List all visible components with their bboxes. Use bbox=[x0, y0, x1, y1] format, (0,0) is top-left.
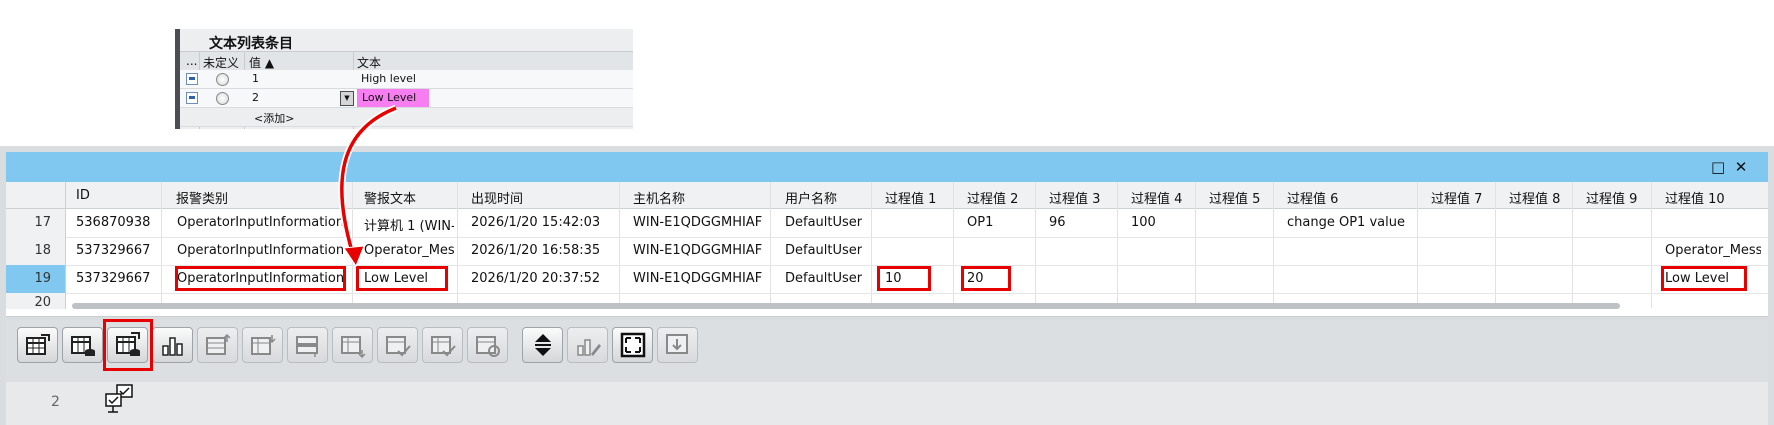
table-check-icon[interactable] bbox=[377, 327, 418, 363]
table-check-alt-icon[interactable] bbox=[422, 327, 463, 363]
col-pv10[interactable]: 过程值 10 bbox=[1665, 188, 1725, 207]
cell-host[interactable]: WIN-E1QDGGMHIAF bbox=[633, 271, 762, 286]
row-text-highlight[interactable]: Low Level bbox=[357, 89, 429, 107]
table-row[interactable]: 18 537329667 OperatorInputInformation Op… bbox=[6, 237, 1768, 266]
table-refresh-icon[interactable] bbox=[17, 327, 58, 363]
highlight-pv10 bbox=[1661, 266, 1747, 291]
col-category[interactable]: 报警类别 bbox=[176, 188, 228, 207]
text-list-panel: 文本列表条目 ... 未定义 值 ▲ 文本 1 High level 2 ▼ L… bbox=[175, 29, 633, 129]
col-pv6[interactable]: 过程值 6 bbox=[1287, 188, 1338, 207]
cell-category[interactable]: OperatorInputInformation bbox=[177, 243, 352, 258]
col-pv4[interactable]: 过程值 4 bbox=[1131, 188, 1182, 207]
cell-category[interactable]: OperatorInputInformation bbox=[177, 215, 352, 230]
add-entry[interactable]: <添加> bbox=[254, 110, 294, 126]
alarm-table[interactable]: ID 报警类别 警报文本 出现时间 主机名称 用户名称 过程值 1 过程值 2 … bbox=[6, 182, 1768, 317]
cell-id[interactable]: 537329667 bbox=[76, 243, 150, 258]
row-value[interactable]: 1 bbox=[252, 72, 259, 85]
cell-user[interactable]: DefaultUser bbox=[785, 271, 862, 286]
row-number[interactable]: 19 bbox=[6, 265, 66, 293]
col-pv7[interactable]: 过程值 7 bbox=[1431, 188, 1482, 207]
text-list-row[interactable]: 2 ▼ Low Level bbox=[180, 89, 633, 108]
close-icon[interactable]: ✕ bbox=[1734, 160, 1748, 175]
cell-pv10[interactable]: Operator_Mess bbox=[1665, 243, 1761, 258]
status-bar: 2 bbox=[6, 382, 1768, 425]
cell-host[interactable]: WIN-E1QDGGMHIAF bbox=[633, 215, 762, 230]
cell-time[interactable]: 2026/1/20 16:58:35 bbox=[471, 243, 600, 258]
highlight-pv1 bbox=[877, 266, 931, 291]
table-insert-icon[interactable] bbox=[332, 327, 373, 363]
text-list-title: 文本列表条目 bbox=[209, 36, 293, 52]
cell-pv4[interactable]: 100 bbox=[1131, 215, 1156, 230]
undefined-radio[interactable] bbox=[216, 92, 229, 105]
row-number[interactable]: 20 bbox=[6, 293, 66, 310]
col-id[interactable]: ID bbox=[76, 188, 90, 203]
row-text[interactable]: High level bbox=[361, 72, 416, 85]
row-value[interactable]: 2 bbox=[252, 91, 259, 104]
text-list-row[interactable]: 1 High level bbox=[180, 70, 633, 89]
col-pv9[interactable]: 过程值 9 bbox=[1586, 188, 1637, 207]
status-count: 2 bbox=[51, 394, 60, 410]
header-value[interactable]: 值 ▲ bbox=[249, 54, 274, 71]
highlight-pv2 bbox=[961, 266, 1011, 291]
cell-pv2[interactable]: OP1 bbox=[967, 215, 993, 230]
col-time[interactable]: 出现时间 bbox=[471, 188, 523, 207]
table-refresh-alt-icon[interactable] bbox=[467, 327, 508, 363]
highlight-alarm-text bbox=[356, 266, 448, 291]
sort-updown-icon[interactable] bbox=[522, 327, 563, 363]
cell-time[interactable]: 2026/1/20 15:42:03 bbox=[471, 215, 600, 230]
cell-pv3[interactable]: 96 bbox=[1049, 215, 1066, 230]
text-list-header: ... 未定义 值 ▲ 文本 bbox=[180, 51, 633, 71]
alarm-toolbar bbox=[6, 319, 1768, 382]
col-pv8[interactable]: 过程值 8 bbox=[1509, 188, 1560, 207]
bar-chart-icon[interactable] bbox=[152, 327, 193, 363]
cell-id[interactable]: 537329667 bbox=[76, 271, 150, 286]
table-row-down-icon[interactable] bbox=[242, 327, 283, 363]
col-alarm-text[interactable]: 警报文本 bbox=[364, 188, 416, 207]
alarm-view: □ ✕ ID 报警类别 警报文本 出现时间 主机名称 用户名称 过程值 1 过程… bbox=[0, 146, 1774, 425]
fit-screen-icon[interactable] bbox=[612, 327, 653, 363]
cell-alarm-text[interactable]: 计算机 1 (WIN- bbox=[364, 215, 454, 234]
col-host[interactable]: 主机名称 bbox=[633, 188, 685, 207]
export-icon[interactable] bbox=[657, 327, 698, 363]
header-corner bbox=[6, 182, 66, 208]
col-pv5[interactable]: 过程值 5 bbox=[1209, 188, 1260, 207]
cell-time[interactable]: 2026/1/20 20:37:52 bbox=[471, 271, 600, 286]
cell-user[interactable]: DefaultUser bbox=[785, 215, 862, 230]
row-edit-icon[interactable] bbox=[186, 73, 198, 85]
header-text[interactable]: 文本 bbox=[357, 54, 381, 71]
alarm-view-titlebar: □ ✕ bbox=[6, 152, 1768, 182]
table-database-icon[interactable] bbox=[62, 327, 103, 363]
col-pv3[interactable]: 过程值 3 bbox=[1049, 188, 1100, 207]
row-text[interactable]: Low Level bbox=[362, 91, 416, 104]
col-pv2[interactable]: 过程值 2 bbox=[967, 188, 1018, 207]
table-header: ID 报警类别 警报文本 出现时间 主机名称 用户名称 过程值 1 过程值 2 … bbox=[6, 182, 1768, 209]
cell-host[interactable]: WIN-E1QDGGMHIAF bbox=[633, 243, 762, 258]
col-user[interactable]: 用户名称 bbox=[785, 188, 837, 207]
row-number[interactable]: 17 bbox=[6, 209, 66, 237]
col-pv1[interactable]: 过程值 1 bbox=[885, 188, 936, 207]
text-list-add-row[interactable]: <添加> bbox=[180, 108, 633, 127]
header-dots: ... bbox=[186, 54, 198, 68]
row-number[interactable]: 18 bbox=[6, 237, 66, 265]
cell-alarm-text[interactable]: Operator_Mess bbox=[364, 243, 454, 258]
highlight-toolbar-button bbox=[103, 319, 153, 371]
header-undefined[interactable]: 未定义 bbox=[203, 54, 239, 71]
maximize-icon[interactable]: □ bbox=[1711, 160, 1725, 175]
table-column-icon[interactable] bbox=[287, 327, 328, 363]
cell-pv6[interactable]: change OP1 value bbox=[1287, 215, 1405, 230]
undefined-radio[interactable] bbox=[216, 73, 229, 86]
connected-monitors-icon bbox=[103, 384, 137, 420]
highlight-category bbox=[175, 266, 346, 291]
cell-user[interactable]: DefaultUser bbox=[785, 243, 862, 258]
table-row[interactable]: 17 536870938 OperatorInputInformation 计算… bbox=[6, 209, 1768, 238]
row-edit-icon[interactable] bbox=[186, 92, 198, 104]
horizontal-scrollbar[interactable] bbox=[72, 303, 1620, 309]
dropdown-arrow-icon[interactable]: ▼ bbox=[340, 91, 354, 106]
cell-id[interactable]: 536870938 bbox=[76, 215, 150, 230]
table-row-up-icon[interactable] bbox=[197, 327, 238, 363]
edit-chart-icon[interactable] bbox=[567, 327, 608, 363]
